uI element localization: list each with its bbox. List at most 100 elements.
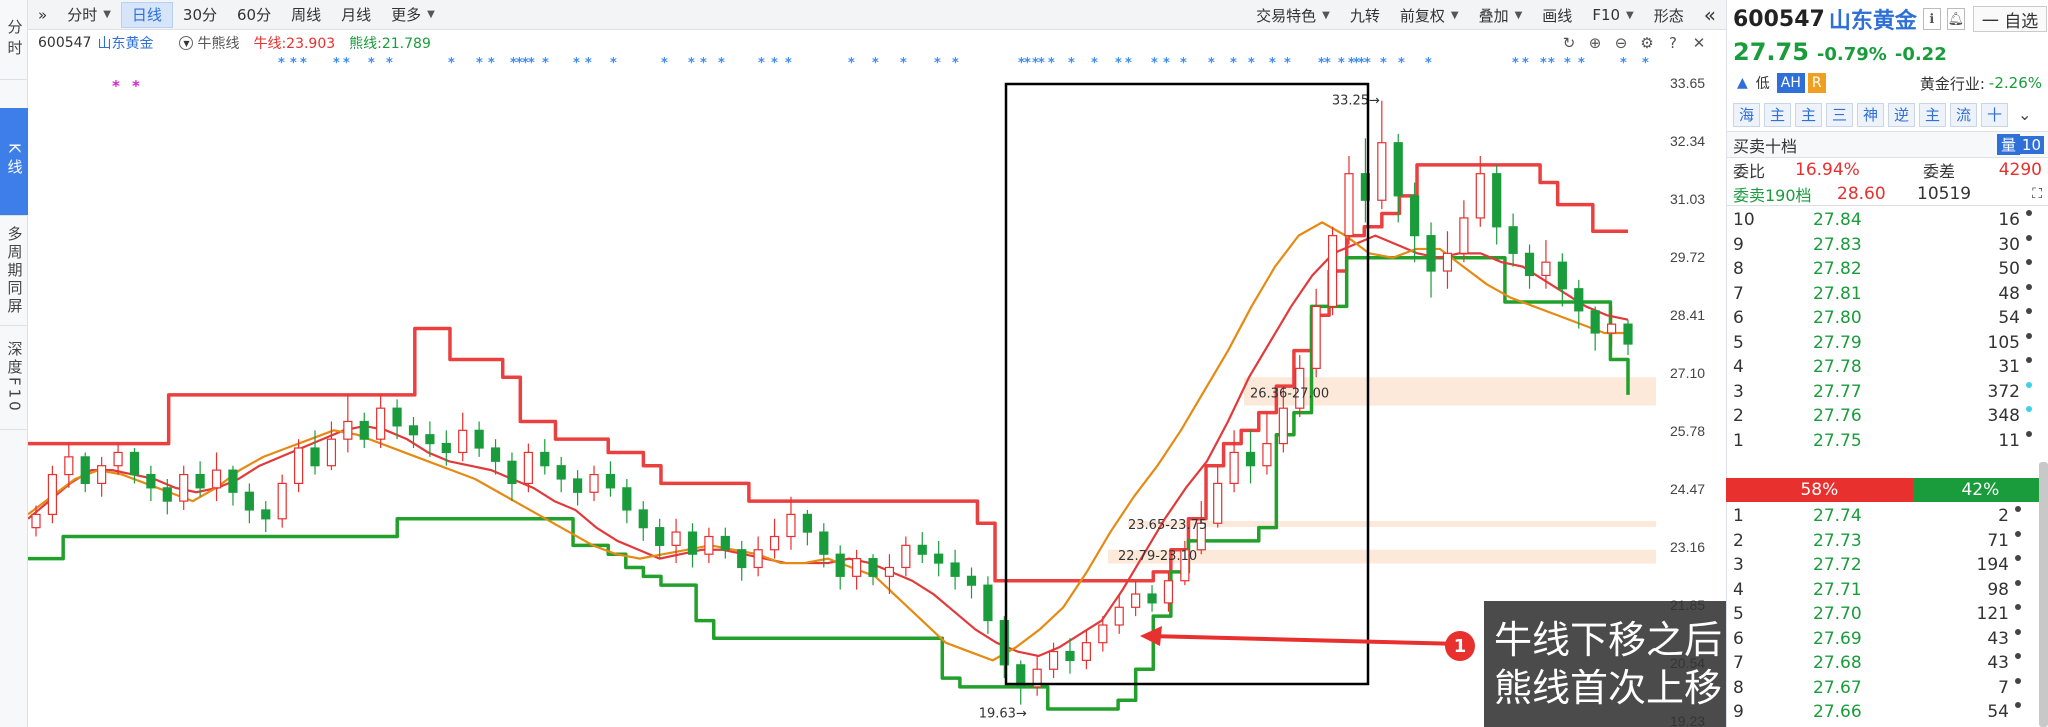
ask-row[interactable]: 10 27.84 16 bbox=[1727, 208, 2048, 233]
tool-button[interactable]: 主 bbox=[1919, 102, 1946, 127]
weibi-row: 委比 16.94% 委差 4290 bbox=[1727, 158, 2048, 182]
tool-button[interactable]: 十 bbox=[1981, 102, 2008, 127]
low-badge[interactable]: 低 bbox=[1752, 73, 1774, 93]
tool-button[interactable]: 逆 bbox=[1888, 102, 1915, 127]
period-30min[interactable]: 30分 bbox=[173, 2, 227, 28]
candle-body bbox=[1278, 407, 1288, 445]
ask-row[interactable]: 4 27.78 31 bbox=[1727, 355, 2048, 380]
bell-icon[interactable]: 🔔︎ bbox=[1946, 8, 1965, 30]
ask-row[interactable]: 1 27.75 11 bbox=[1727, 429, 2048, 454]
zoom-in-icon[interactable]: ⊕ bbox=[1586, 34, 1604, 52]
ask-row[interactable]: 8 27.82 50 bbox=[1727, 257, 2048, 282]
kline-chart[interactable]: 33.65 32.34 31.03 29.72 28.41 27.10 25.78 24.47… bbox=[28, 54, 1726, 727]
y-tick-label: 27.10 bbox=[1670, 365, 1705, 381]
trade-feature-menu[interactable]: 交易特色 ▼ bbox=[1246, 2, 1340, 28]
tool-button[interactable]: 三 bbox=[1826, 102, 1853, 127]
ask-row[interactable]: 9 27.83 30 bbox=[1727, 233, 2048, 258]
bid-row[interactable]: 7 27.68 43 bbox=[1727, 651, 2037, 676]
zoom-out-icon[interactable]: ⊖ bbox=[1612, 34, 1630, 52]
settings-icon[interactable]: ⚙ bbox=[1638, 34, 1656, 52]
tool-button[interactable]: 海 bbox=[1733, 102, 1760, 127]
help-icon[interactable]: ? bbox=[1664, 34, 1682, 52]
signal-star-icon: * bbox=[1522, 56, 1529, 71]
period-weekly[interactable]: 周线 bbox=[281, 2, 331, 28]
collapse-button[interactable]: » bbox=[28, 2, 57, 28]
industry-label[interactable]: 黄金行业: bbox=[1920, 73, 1985, 94]
period-60min[interactable]: 60分 bbox=[227, 2, 281, 28]
period-intraday[interactable]: 分时 ▼ bbox=[57, 2, 121, 28]
chevron-double-down-icon[interactable]: ⌄ bbox=[2018, 105, 2031, 124]
indicator-toggle[interactable]: ▼ 牛熊线 bbox=[179, 33, 239, 53]
add-watchlist-button[interactable]: 一 自选 bbox=[1972, 6, 2048, 32]
tool-button[interactable]: 神 bbox=[1857, 102, 1884, 127]
ma-orange-line bbox=[28, 221, 1628, 662]
draw-line-button[interactable]: 画线 bbox=[1532, 2, 1582, 28]
nine-turn-button[interactable]: 九转 bbox=[1340, 2, 1390, 28]
level-number: 5 bbox=[1733, 604, 1744, 624]
period-daily[interactable]: 日线 bbox=[120, 1, 173, 28]
candle-body bbox=[1213, 482, 1223, 524]
info-icon[interactable]: ℹ bbox=[1922, 8, 1941, 30]
bid-row[interactable]: 4 27.71 98 bbox=[1727, 578, 2037, 603]
panel-collapse-button[interactable]: « bbox=[1694, 2, 1726, 28]
candle-body bbox=[556, 465, 566, 480]
candle-body bbox=[1541, 261, 1551, 277]
volume: 348 bbox=[1987, 406, 2020, 426]
tab-kline[interactable]: K线 bbox=[0, 108, 28, 216]
tab-intraday[interactable]: 分时 bbox=[0, 0, 28, 80]
r-badge[interactable]: R bbox=[1807, 73, 1826, 93]
tab-multi-period[interactable]: 多周期同屏 bbox=[0, 216, 28, 326]
ah-badge[interactable]: AH bbox=[1776, 73, 1805, 93]
period-more[interactable]: 更多 ▼ bbox=[381, 2, 445, 28]
bid-row[interactable]: 3 27.72 194 bbox=[1727, 553, 2037, 578]
bid-row[interactable]: 5 27.70 121 bbox=[1727, 602, 2037, 627]
tab-depth-f10[interactable]: 深度F10 bbox=[0, 326, 28, 430]
bid-row[interactable]: 1 27.74 2 bbox=[1727, 504, 2037, 529]
price: 27.77 bbox=[1813, 381, 1862, 402]
level-number: 7 bbox=[1733, 653, 1744, 673]
candle-body bbox=[540, 451, 550, 467]
signal-star-icon: * bbox=[1578, 56, 1585, 71]
tool-button[interactable]: 流 bbox=[1950, 102, 1977, 127]
tool-button[interactable]: 主 bbox=[1764, 102, 1791, 127]
overlay-menu[interactable]: 叠加 ▼ bbox=[1469, 2, 1533, 28]
quote-badges: ▲ 低 AH R 黄金行业: -2.26% bbox=[1727, 68, 2048, 98]
ask-row[interactable]: 7 27.81 48 bbox=[1727, 282, 2048, 307]
candle-body bbox=[376, 407, 386, 440]
candle-body bbox=[1377, 142, 1387, 201]
candle-body bbox=[162, 487, 172, 502]
expand-icon[interactable]: ⛶ bbox=[2032, 186, 2042, 202]
refresh-icon[interactable]: ↻ bbox=[1560, 34, 1578, 52]
volume: 48 bbox=[1998, 283, 2020, 304]
adjust-menu[interactable]: 前复权 ▼ bbox=[1390, 2, 1469, 28]
pattern-button[interactable]: 形态 bbox=[1644, 2, 1694, 28]
bid-row[interactable]: 6 27.69 43 bbox=[1727, 627, 2037, 652]
ask-row[interactable]: 2 27.76 348 bbox=[1727, 404, 2048, 429]
bid-row[interactable]: 2 27.73 71 bbox=[1727, 529, 2037, 554]
ask-row[interactable]: 3 27.77 372 bbox=[1727, 380, 2048, 405]
ask-row[interactable]: 5 27.79 105 bbox=[1727, 331, 2048, 356]
orderbook-scrollbar[interactable] bbox=[2039, 462, 2048, 727]
period-label: 月线 bbox=[341, 6, 372, 24]
menu-label: 前复权 bbox=[1399, 6, 1445, 25]
signal-star-icon: * bbox=[1180, 56, 1187, 71]
sell190-label: 委卖190档 bbox=[1733, 185, 1812, 205]
candle-body bbox=[1459, 217, 1469, 254]
period-monthly[interactable]: 月线 bbox=[331, 2, 381, 28]
candle-body bbox=[1623, 323, 1633, 345]
bid-row[interactable]: 9 27.66 54 bbox=[1727, 700, 2037, 725]
ask-row[interactable]: 6 27.80 54 bbox=[1727, 306, 2048, 331]
close-icon[interactable]: ✕ bbox=[1690, 34, 1708, 52]
price: 27.82 bbox=[1813, 259, 1862, 279]
price: 27.68 bbox=[1813, 653, 1862, 673]
volume-toggle-button[interactable]: 量 bbox=[1996, 134, 2020, 155]
f10-menu[interactable]: F10 ▼ bbox=[1582, 2, 1643, 28]
candle-body bbox=[474, 429, 484, 449]
tool-button[interactable]: 主 bbox=[1795, 102, 1822, 127]
depth-count-button[interactable]: 10 bbox=[2018, 135, 2044, 154]
volume-dot-icon bbox=[2026, 357, 2032, 363]
bid-row[interactable]: 8 27.67 7 bbox=[1727, 676, 2037, 701]
volume: 11 bbox=[1998, 430, 2020, 451]
signal-star-icon: * bbox=[585, 56, 592, 71]
signal-star-icon: * bbox=[758, 56, 765, 71]
